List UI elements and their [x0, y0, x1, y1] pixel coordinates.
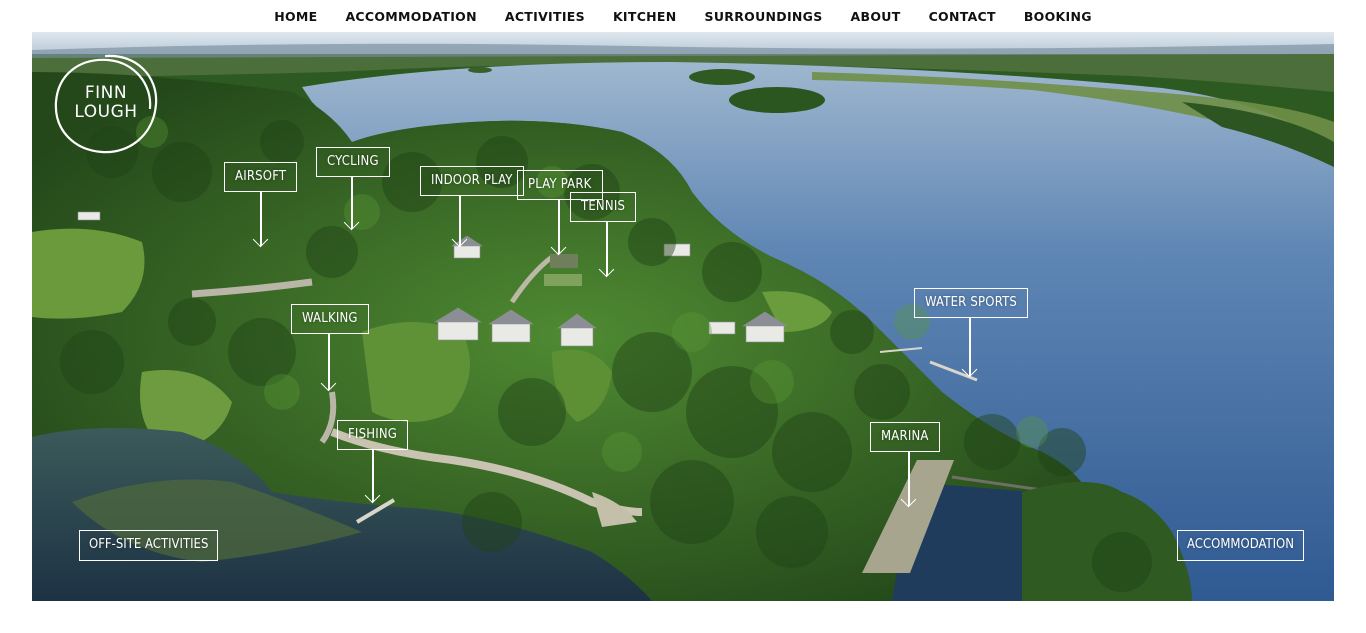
main-navigation: HOME ACCOMMODATION ACTIVITIES KITCHEN SU…	[0, 0, 1366, 34]
logo-line-2: LOUGH	[74, 102, 138, 122]
aerial-activity-map: FINN LOUGH AIRSOFT CYCLING INDOOR PLAY P…	[32, 32, 1334, 601]
offsite-activities-link[interactable]: OFF-SITE ACTIVITIES	[79, 530, 219, 561]
tag-marina[interactable]: MARINA	[870, 422, 940, 452]
nav-about[interactable]: ABOUT	[837, 0, 915, 34]
tag-indoor-play[interactable]: INDOOR PLAY	[420, 166, 524, 196]
finn-lough-logo[interactable]: FINN LOUGH	[50, 50, 162, 158]
nav-home[interactable]: HOME	[260, 0, 331, 34]
tag-fishing[interactable]: FISHING	[337, 420, 409, 450]
nav-activities[interactable]: ACTIVITIES	[491, 0, 599, 34]
tag-tennis[interactable]: TENNIS	[570, 192, 637, 222]
tag-airsoft[interactable]: AIRSOFT	[224, 162, 298, 192]
tag-walking[interactable]: WALKING	[291, 304, 369, 334]
aerial-lake-photo	[32, 32, 1334, 601]
tag-cycling[interactable]: CYCLING	[316, 147, 390, 177]
nav-accommodation[interactable]: ACCOMMODATION	[331, 0, 490, 34]
nav-surroundings[interactable]: SURROUNDINGS	[691, 0, 837, 34]
tag-water-sports[interactable]: WATER SPORTS	[914, 288, 1029, 318]
nav-booking[interactable]: BOOKING	[1010, 0, 1106, 34]
logo-line-1: FINN	[84, 83, 128, 103]
nav-kitchen[interactable]: KITCHEN	[599, 0, 691, 34]
nav-contact[interactable]: CONTACT	[915, 0, 1010, 34]
accommodation-link[interactable]: ACCOMMODATION	[1177, 530, 1305, 561]
